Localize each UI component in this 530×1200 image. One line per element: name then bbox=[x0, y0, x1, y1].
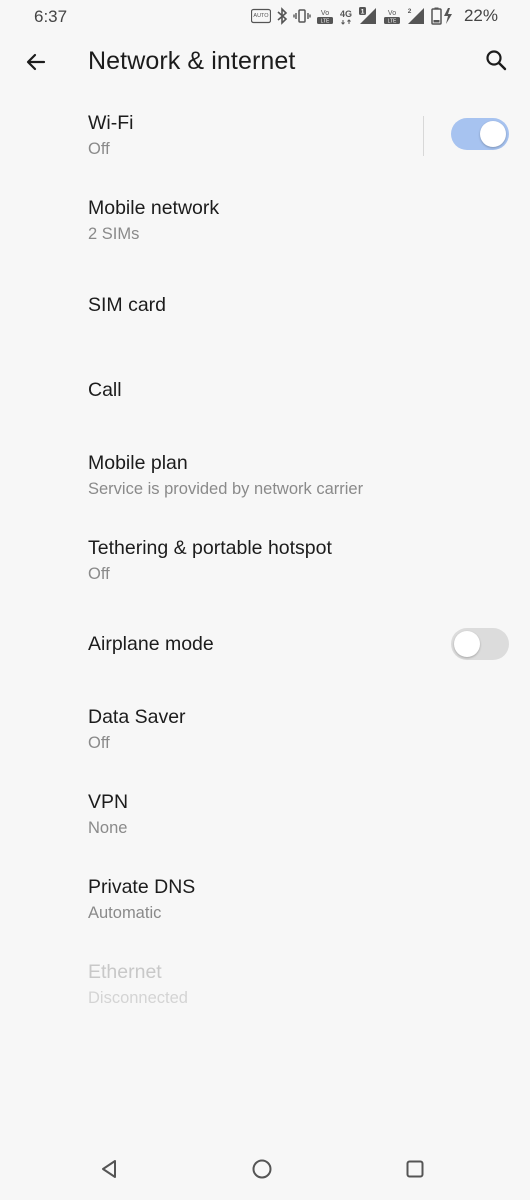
vibrate-icon bbox=[293, 7, 311, 25]
page-title: Network & internet bbox=[88, 47, 296, 75]
back-button[interactable] bbox=[20, 48, 52, 80]
data-saver-title: Data Saver bbox=[88, 706, 186, 728]
volte-icon: Vo LTE bbox=[316, 7, 334, 25]
auto-badge-text: AUTO bbox=[253, 13, 269, 19]
mobile-network-subtitle: 2 SIMs bbox=[88, 225, 140, 243]
arrow-back-icon bbox=[24, 50, 48, 79]
nav-back-icon bbox=[98, 1158, 120, 1185]
nav-recents-icon bbox=[404, 1158, 426, 1185]
auto-hd-icon: AUTO bbox=[250, 8, 271, 24]
wifi-divider bbox=[423, 116, 424, 156]
setting-sim-card[interactable]: SIM card bbox=[0, 272, 530, 342]
sim2-badge-text: 2 bbox=[408, 8, 412, 15]
lte-badge-text: LTE bbox=[321, 19, 330, 25]
tethering-subtitle: Off bbox=[88, 565, 110, 583]
navigation-bar bbox=[0, 1140, 530, 1200]
vpn-title: VPN bbox=[88, 791, 129, 813]
bluetooth-icon bbox=[276, 7, 288, 25]
setting-wifi[interactable]: Wi-Fi Off bbox=[0, 100, 530, 172]
setting-tethering[interactable]: Tethering & portable hotspot Off bbox=[0, 525, 530, 597]
airplane-mode-toggle[interactable] bbox=[451, 628, 509, 660]
call-title: Call bbox=[88, 379, 122, 401]
setting-mobile-plan[interactable]: Mobile plan Service is provided by netwo… bbox=[0, 440, 530, 512]
mobile-plan-title: Mobile plan bbox=[88, 452, 188, 474]
data-saver-subtitle: Off bbox=[88, 734, 110, 752]
mobile-network-title: Mobile network bbox=[88, 197, 220, 219]
4g-badge-text: 4G bbox=[340, 9, 352, 19]
battery-charging-icon bbox=[431, 7, 457, 25]
setting-mobile-network[interactable]: Mobile network 2 SIMs bbox=[0, 185, 530, 257]
lte-badge-text-2: LTE bbox=[388, 19, 397, 25]
wifi-title: Wi-Fi bbox=[88, 112, 134, 134]
nav-home-icon bbox=[251, 1158, 273, 1185]
ethernet-subtitle: Disconnected bbox=[88, 989, 188, 1007]
private-dns-subtitle: Automatic bbox=[88, 904, 162, 922]
signal-sim1-icon: 1 bbox=[358, 7, 378, 25]
battery-percent: 22% bbox=[463, 6, 498, 25]
status-time: 6:37 bbox=[34, 7, 68, 26]
setting-ethernet: Ethernet Disconnected bbox=[0, 949, 530, 1021]
setting-data-saver[interactable]: Data Saver Off bbox=[0, 694, 530, 766]
vpn-subtitle: None bbox=[88, 819, 128, 837]
setting-airplane-mode[interactable]: Airplane mode bbox=[0, 610, 530, 680]
4g-icon: 4G bbox=[339, 7, 353, 25]
tethering-title: Tethering & portable hotspot bbox=[88, 537, 332, 559]
setting-call[interactable]: Call bbox=[0, 357, 530, 427]
volte-badge-text-2: Vo bbox=[388, 10, 396, 17]
nav-back-button[interactable] bbox=[94, 1156, 124, 1186]
status-icons: AUTO Vo LTE 4G 1 Vo LTE 2 22% bbox=[250, 6, 498, 26]
nav-recents-button[interactable] bbox=[400, 1156, 430, 1186]
signal-sim2-icon: 2 bbox=[406, 7, 426, 25]
toggle-knob bbox=[454, 631, 480, 657]
search-icon bbox=[484, 48, 508, 77]
ethernet-title: Ethernet bbox=[88, 961, 162, 983]
search-button[interactable] bbox=[480, 46, 512, 78]
setting-private-dns[interactable]: Private DNS Automatic bbox=[0, 864, 530, 936]
status-bar: 6:37 AUTO Vo LTE 4G 1 Vo LTE 2 22% bbox=[0, 0, 530, 34]
app-bar: Network & internet bbox=[0, 34, 530, 90]
volte-icon-2: Vo LTE bbox=[383, 7, 401, 25]
wifi-toggle[interactable] bbox=[451, 118, 509, 150]
setting-vpn[interactable]: VPN None bbox=[0, 779, 530, 851]
sim1-badge-text: 1 bbox=[361, 9, 365, 16]
volte-badge-text: Vo bbox=[321, 10, 329, 17]
toggle-knob bbox=[480, 121, 506, 147]
nav-home-button[interactable] bbox=[247, 1156, 277, 1186]
wifi-subtitle: Off bbox=[88, 140, 110, 158]
mobile-plan-subtitle: Service is provided by network carrier bbox=[88, 480, 364, 498]
airplane-mode-title: Airplane mode bbox=[88, 633, 214, 655]
private-dns-title: Private DNS bbox=[88, 876, 196, 898]
sim-card-title: SIM card bbox=[88, 294, 167, 316]
